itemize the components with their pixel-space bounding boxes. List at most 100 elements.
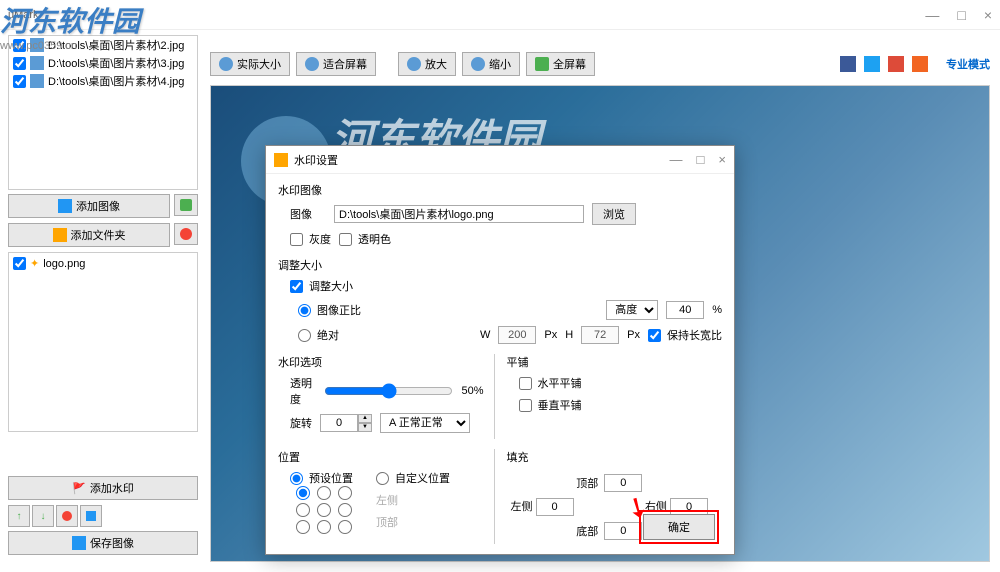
rotate-label: 旋转 [290, 415, 312, 431]
save-button[interactable] [80, 505, 102, 527]
zoom-out-button[interactable]: 缩小 [462, 52, 520, 76]
fit-screen-button[interactable]: 适合屏幕 [296, 52, 376, 76]
watermark-settings-dialog: 水印设置 — □ × 水印图像 图像 浏览 灰度 透明色 [265, 145, 735, 555]
rss-icon[interactable] [912, 56, 928, 72]
add-folder-label: 添加文件夹 [71, 227, 126, 243]
file-list[interactable]: D:\tools\桌面\图片素材\2.jpg D:\tools\桌面\图片素材\… [8, 35, 198, 190]
watermark-list[interactable]: ✦ logo.png [8, 252, 198, 432]
image-label: 图像 [290, 206, 326, 222]
pro-mode-link[interactable]: 专业模式 [946, 56, 990, 72]
save-image-label: 保存图像 [90, 535, 134, 551]
spinner-up-icon[interactable]: ▲ [358, 414, 372, 423]
googleplus-icon[interactable] [888, 56, 904, 72]
top-label: 顶部 [376, 517, 398, 529]
width-input[interactable] [498, 326, 536, 344]
ok-button-highlight: 确定 [639, 510, 719, 544]
height-input[interactable] [581, 326, 619, 344]
ok-button[interactable]: 确定 [643, 514, 715, 540]
add-image-label: 添加图像 [76, 198, 120, 214]
remove-icon [180, 228, 192, 240]
add-image-icon [58, 199, 72, 213]
add-folder-button[interactable]: 添加文件夹 [8, 223, 170, 247]
fullscreen-button[interactable]: 全屏幕 [526, 52, 595, 76]
watermark-item[interactable]: ✦ logo.png [13, 257, 193, 270]
position-grid[interactable] [296, 486, 356, 534]
fullscreen-icon [535, 57, 549, 71]
tile-vertical-checkbox[interactable]: 垂直平铺 [519, 397, 582, 413]
browse-button[interactable]: 浏览 [592, 203, 636, 225]
left-panel: D:\tools\桌面\图片素材\2.jpg D:\tools\桌面\图片素材\… [8, 35, 198, 565]
zoom-icon [219, 57, 233, 71]
absolute-radio[interactable]: 绝对 [298, 327, 339, 343]
file-path: D:\tools\桌面\图片素材\4.jpg [48, 73, 184, 89]
dialog-close-icon[interactable]: × [718, 152, 726, 167]
brand-text: 河东软件园 [0, 0, 200, 40]
save-icon [86, 511, 96, 521]
resize-checkbox[interactable]: 调整大小 [290, 278, 353, 294]
left-label: 左侧 [376, 495, 398, 507]
preset-position-radio[interactable]: 预设位置 [290, 470, 356, 486]
file-item[interactable]: D:\tools\桌面\图片素材\4.jpg [9, 72, 197, 90]
dialog-icon [274, 153, 288, 167]
twitter-icon[interactable] [864, 56, 880, 72]
dialog-minimize-icon[interactable]: — [670, 152, 683, 167]
save-image-button[interactable]: 保存图像 [8, 531, 198, 555]
folder-icon [53, 228, 67, 242]
dialog-title-bar[interactable]: 水印设置 — □ × [266, 146, 734, 174]
section-position-title: 位置 [278, 449, 484, 465]
section-tile-title: 平铺 [507, 354, 713, 370]
window-minimize-icon[interactable]: — [925, 7, 939, 23]
toolbar: 实际大小 适合屏幕 放大 缩小 全屏幕 专业模式 [210, 50, 990, 78]
section-options-title: 水印选项 [278, 354, 484, 370]
proportional-radio[interactable]: 图像正比 [298, 302, 361, 318]
window-maximize-icon[interactable]: □ [957, 7, 965, 23]
add-image-button[interactable]: 添加图像 [8, 194, 170, 218]
transparent-checkbox[interactable]: 透明色 [339, 231, 391, 247]
add-watermark-button[interactable]: 🚩 添加水印 [8, 476, 198, 500]
delete-button[interactable] [56, 505, 78, 527]
spinner-down-icon[interactable]: ▼ [358, 423, 372, 432]
actual-size-button[interactable]: 实际大小 [210, 52, 290, 76]
dialog-maximize-icon[interactable]: □ [697, 152, 705, 167]
image-file-icon [30, 56, 44, 70]
zoom-in-icon [407, 57, 421, 71]
zoom-in-button[interactable]: 放大 [398, 52, 456, 76]
delete-icon [62, 511, 72, 521]
custom-position-radio[interactable]: 自定义位置 [376, 470, 450, 486]
opacity-slider[interactable] [324, 383, 453, 399]
section-resize-title: 调整大小 [278, 257, 722, 273]
font-style-select[interactable]: A 正常正常 [380, 413, 470, 433]
main-window: 河东软件园 www.pc0359.cn uMark — □ × D:\tools… [0, 0, 1000, 572]
facebook-icon[interactable] [840, 56, 856, 72]
image-path-input[interactable] [334, 205, 584, 223]
percent-input[interactable] [666, 301, 704, 319]
opacity-value: 50% [461, 385, 483, 397]
section-image-title: 水印图像 [278, 182, 722, 198]
file-item[interactable]: D:\tools\桌面\图片素材\3.jpg [9, 54, 197, 72]
watermark-checkbox[interactable] [13, 257, 26, 270]
move-down-button[interactable]: ↓ [32, 505, 54, 527]
fill-left-input[interactable] [536, 498, 574, 516]
dialog-title: 水印设置 [294, 152, 670, 168]
brand-watermark: 河东软件园 www.pc0359.cn [0, 0, 200, 50]
opacity-label: 透明度 [290, 375, 316, 407]
dimension-select[interactable]: 高度 [606, 300, 658, 320]
file-checkbox[interactable] [13, 57, 26, 70]
remove-button[interactable] [174, 223, 198, 245]
file-path: D:\tools\桌面\图片素材\3.jpg [48, 55, 184, 71]
star-icon: ✦ [30, 257, 39, 270]
brand-url: www.pc0359.cn [0, 40, 200, 52]
move-up-button[interactable]: ↑ [8, 505, 30, 527]
flag-icon: 🚩 [72, 482, 86, 495]
grayscale-checkbox[interactable]: 灰度 [290, 231, 331, 247]
keep-ratio-checkbox[interactable]: 保持长宽比 [648, 327, 722, 343]
rotate-spinner[interactable]: ▲▼ [320, 414, 372, 432]
check-icon [180, 199, 192, 211]
file-checkbox[interactable] [13, 75, 26, 88]
confirm-button[interactable] [174, 194, 198, 216]
watermark-filename: logo.png [43, 258, 85, 270]
tile-horizontal-checkbox[interactable]: 水平平铺 [519, 375, 582, 391]
disk-icon [72, 536, 86, 550]
window-close-icon[interactable]: × [984, 7, 992, 23]
section-fill-title: 填充 [507, 449, 713, 465]
